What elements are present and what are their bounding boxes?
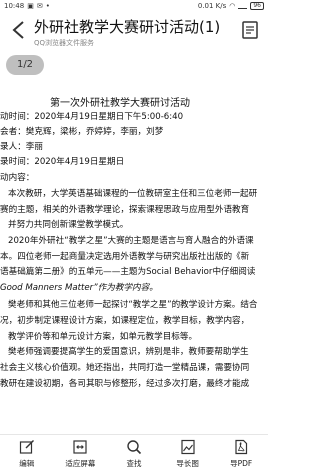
document-line: 动内容：: [0, 173, 35, 183]
status-message-icon: ✉: [36, 2, 43, 10]
status-time: 10:48: [4, 2, 25, 10]
edit-label: 编辑: [19, 459, 35, 468]
document-line: 况，初步制定课程设计方案，如课程定位，教学目标，教学内容，: [0, 316, 250, 326]
back-button[interactable]: [10, 20, 28, 40]
page-indicator: 1/2: [6, 55, 44, 75]
document-line: 并努力共同创新课堂教学模式。: [8, 220, 129, 230]
edit-button[interactable]: 编辑: [0, 435, 54, 475]
back-arrow-icon: [12, 21, 24, 39]
export-pdf-label: 导PDF: [230, 459, 253, 468]
document-line: 教学评价等和单元设计方案，如单元教学目标等。: [8, 332, 198, 342]
document-line: 会者：樊克辉，梁彬，乔婷婷，李丽，刘梦: [0, 127, 164, 137]
document-menu-icon: [242, 21, 258, 39]
document-title: 外研社教学大赛研讨活动(1): [34, 18, 221, 36]
bottom-toolbar: 编辑 适应屏幕 查找 导长图 导PDF: [0, 434, 268, 475]
more-options-button[interactable]: [242, 21, 258, 39]
document-source: QQ浏览器文件服务: [34, 39, 95, 47]
document-line: 教研在建设初期，各司其职与修整形，经过多次打磨，最终才能成: [0, 379, 250, 389]
title-bar: 外研社教学大赛研讨活动(1) QQ浏览器文件服务: [0, 12, 268, 50]
wifi-icon: ◠: [229, 2, 236, 10]
search-button[interactable]: 查找: [107, 435, 161, 475]
document-line: 社会主义核心价值观。她还指出，共同打造一堂精品课，需要协同: [0, 363, 250, 373]
status-speed: 0.01 K/s: [197, 2, 227, 10]
pdf-icon: [235, 439, 248, 455]
fit-screen-label: 适应屏幕: [65, 459, 96, 468]
document-line: 樊老师和其他三位老师一起探讨“教学之星”的教学设计方案。结合: [8, 300, 258, 310]
export-image-label: 导长图: [176, 459, 199, 468]
status-app-icon: ▣: [27, 2, 34, 10]
status-dot-icon: •: [45, 2, 50, 10]
document-line: 本。四位老师一起商量决定选用外语教学与研究出版社出版的《新: [0, 252, 250, 262]
search-icon: [127, 440, 142, 455]
document-line: 樊老师强调要提高学生的爱国意识，辨别是非，教师要帮助学生: [8, 347, 249, 357]
document-line: 语基础篇第二册》的五单元——主题为Social Behavior中仔细阅读: [0, 267, 256, 277]
export-pdf-button[interactable]: 导PDF: [214, 435, 268, 475]
export-image-button[interactable]: 导长图: [161, 435, 215, 475]
edit-icon: [19, 440, 34, 454]
document-line: 赛的主题，相关的外语教学理论，探索课程思政与应用型外语教育: [0, 205, 250, 215]
document-content[interactable]: 第一次外研社教学大赛研讨活动 动时间：2020年4月19日星期日下午5:00-6…: [0, 94, 268, 434]
document-line: 录人：李丽: [0, 142, 43, 152]
document-line: 本次教研，大学英语基础课程的一位教研室主任和三位老师一起研: [8, 189, 258, 199]
fit-screen-icon: [73, 440, 87, 454]
document-line: 2020年外研社“教学之星”大赛的主题是语言与育人融合的外语课: [8, 236, 254, 246]
battery-indicator: 96: [250, 2, 264, 10]
long-image-icon: [180, 439, 195, 455]
signal-icon: [238, 3, 248, 9]
status-bar: 10:48 ▣ ✉ • 0.01 K/s ◠ 96: [0, 0, 268, 12]
document-line: 录时间：2020年4月19日星期日: [0, 157, 125, 167]
fit-screen-button[interactable]: 适应屏幕: [54, 435, 108, 475]
document-line: Good Manners Matter”作为教学内容。: [0, 283, 158, 293]
document-line: 动时间：2020年4月19日星期日下午5:00-6:40: [0, 112, 184, 122]
search-label: 查找: [126, 459, 142, 468]
document-heading: 第一次外研社教学大赛研讨活动: [50, 98, 190, 109]
